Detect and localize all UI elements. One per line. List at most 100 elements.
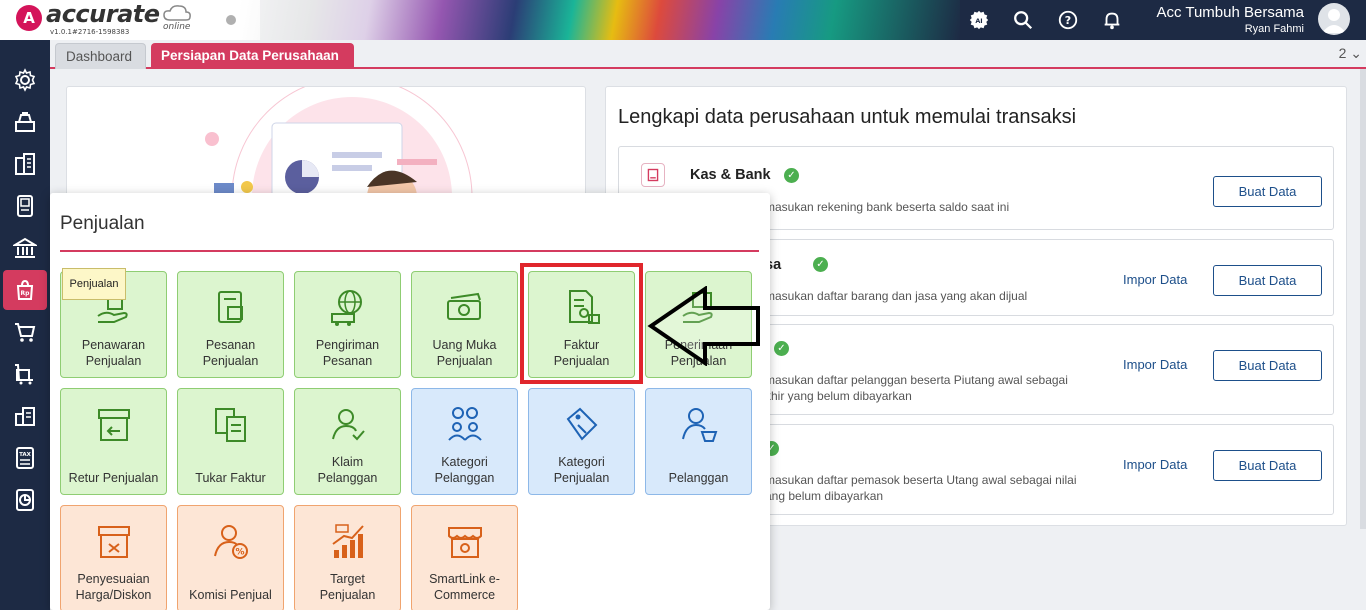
check-icon: ✓	[813, 257, 828, 272]
sidebar-tooltip: Penjualan	[62, 268, 126, 300]
row-description: masukan daftar pemasok beserta Utang awa…	[765, 473, 1077, 487]
row-description: masukan daftar barang dan jasa yang akan…	[765, 289, 1028, 303]
ai-icon[interactable]: AI	[968, 9, 990, 31]
setup-title: Lengkapi data perusahaan untuk memulai t…	[618, 106, 1077, 128]
tab-dashboard[interactable]: Dashboard	[55, 43, 146, 69]
exchange-invoice-icon	[215, 408, 246, 442]
tile-label: Target	[330, 572, 365, 586]
tile-label: Penyesuaian	[77, 572, 150, 586]
tile-tukar-faktur[interactable]: Tukar Faktur	[177, 388, 284, 495]
user-name: Ryan Fahmi	[1244, 23, 1304, 35]
tile-label: Klaim	[331, 455, 364, 469]
search-icon[interactable]	[1012, 9, 1034, 31]
tile-kategori-pelanggan[interactable]: Kategori Pelanggan	[411, 388, 518, 495]
sales-tag-icon	[566, 407, 598, 441]
impor-data-link[interactable]: Impor Data	[1123, 457, 1187, 472]
tile-uang-muka-penjualan[interactable]: Uang Muka Penjualan	[411, 271, 518, 378]
row-description-2: ang belum dibayarkan	[765, 489, 884, 503]
tile-label: Tukar Faktur	[195, 471, 266, 485]
sidebar-item-pos[interactable]	[0, 102, 50, 142]
tile-label: Penawaran	[81, 338, 146, 352]
tab-count-dropdown[interactable]: 2 ⌄	[1339, 45, 1362, 62]
buat-data-button[interactable]: Buat Data	[1213, 176, 1322, 207]
tile-label-2: Penjualan	[436, 354, 493, 368]
svg-text:TAX: TAX	[19, 452, 32, 458]
cash-bank-icon	[641, 163, 665, 187]
sidebar-item-aset[interactable]	[0, 396, 50, 436]
sidebar-item-bank[interactable]	[0, 228, 50, 268]
check-icon: ✓	[784, 168, 799, 183]
bell-icon[interactable]	[1101, 9, 1123, 31]
scrollbar[interactable]	[1360, 69, 1366, 529]
report-icon	[16, 489, 34, 511]
ledger-icon	[17, 195, 33, 217]
tile-label: Kategori	[441, 455, 488, 469]
sidebar-item-pembelian[interactable]	[0, 312, 50, 352]
pointer-arrow-icon	[647, 286, 760, 366]
tile-label-2: Penjualan	[319, 588, 376, 602]
warehouse-icon	[15, 407, 35, 426]
svg-text:%: %	[235, 548, 244, 558]
user-icon	[1322, 9, 1346, 33]
logo-sub: online	[163, 22, 191, 32]
top-header: A accurate online v1.0.1#2716-1598383 AI…	[0, 0, 1366, 40]
gear-icon	[14, 68, 36, 92]
tile-smartlink-ecommerce[interactable]: SmartLink e- Commerce	[411, 505, 518, 610]
accurate-logo-icon[interactable]: A	[16, 5, 42, 31]
help-icon[interactable]: ?	[1057, 9, 1079, 31]
sales-order-icon	[218, 291, 243, 323]
tile-kategori-penjualan[interactable]: Kategori Penjualan	[528, 388, 635, 495]
tile-komisi-penjual[interactable]: % Komisi Penjual	[177, 505, 284, 610]
tile-pesanan-penjualan[interactable]: Pesanan Penjualan	[177, 271, 284, 378]
claim-user-icon	[332, 409, 365, 441]
company-name[interactable]: Acc Tumbuh Bersama	[1156, 4, 1304, 21]
tax-icon: TAX	[16, 447, 34, 469]
tile-label: Pelanggan	[668, 471, 729, 485]
impor-data-link[interactable]: Impor Data	[1123, 357, 1187, 372]
tile-klaim-pelanggan[interactable]: Klaim Pelanggan	[294, 388, 401, 495]
tile-label-2: Pesanan	[322, 354, 373, 368]
row-description: masukan daftar pelanggan beserta Piutang…	[765, 373, 1068, 387]
penjualan-menu: Penjualan Penawaran Penjualan Pesanan Pe…	[50, 193, 770, 610]
sidebar-item-ledger[interactable]	[0, 186, 50, 226]
version-label: v1.0.1#2716-1598383	[50, 28, 130, 36]
target-chart-icon	[332, 524, 364, 558]
sidebar-item-penjualan[interactable]: Rp	[3, 270, 47, 310]
avatar[interactable]	[1318, 3, 1350, 35]
row-description-2: khir yang belum dibayarkan	[765, 389, 912, 403]
tile-target-penjualan[interactable]: Target Penjualan	[294, 505, 401, 610]
tile-label-2: Harga/Diskon	[75, 588, 152, 602]
cart-icon	[15, 323, 36, 342]
tile-penyesuaian-harga-diskon[interactable]: Penyesuaian Harga/Diskon	[60, 505, 167, 610]
bank-icon	[13, 237, 37, 258]
status-dot-icon	[226, 15, 236, 25]
sidebar-item-laporan[interactable]	[0, 480, 50, 520]
svg-text:Rp: Rp	[21, 290, 31, 297]
tab-persiapan-data[interactable]: Persiapan Data Perusahaan	[151, 43, 354, 69]
impor-data-link[interactable]: Impor Data	[1123, 272, 1187, 287]
customer-basket-icon	[682, 408, 718, 442]
buat-data-button[interactable]: Buat Data	[1213, 450, 1322, 481]
sidebar-item-pajak[interactable]: TAX	[0, 438, 50, 478]
row-title: Kas & Bank	[690, 167, 771, 183]
return-box-icon	[98, 409, 130, 441]
buat-data-button[interactable]: Buat Data	[1213, 350, 1322, 381]
buat-data-button[interactable]: Buat Data	[1213, 265, 1322, 296]
tile-label-2: Penjualan	[553, 471, 610, 485]
cash-register-icon	[15, 112, 35, 132]
cloud-icon	[163, 5, 191, 21]
tile-label: Uang Muka	[432, 338, 497, 352]
purchase-icon	[15, 364, 33, 385]
tile-label: Komisi Penjual	[189, 588, 272, 602]
highlight-annotation	[520, 263, 643, 384]
menu-divider	[60, 250, 759, 252]
sidebar-item-settings[interactable]	[0, 60, 50, 100]
tile-retur-penjualan[interactable]: Retur Penjualan	[60, 388, 167, 495]
customer-category-icon	[448, 407, 482, 441]
sales-bag-icon: Rp	[16, 279, 34, 300]
sidebar-item-persediaan[interactable]	[0, 354, 50, 394]
tile-pengiriman-pesanan[interactable]: Pengiriman Pesanan	[294, 271, 401, 378]
tile-label: Kategori	[558, 455, 605, 469]
tile-pelanggan[interactable]: Pelanggan	[645, 388, 752, 495]
sidebar-item-company[interactable]	[0, 144, 50, 184]
